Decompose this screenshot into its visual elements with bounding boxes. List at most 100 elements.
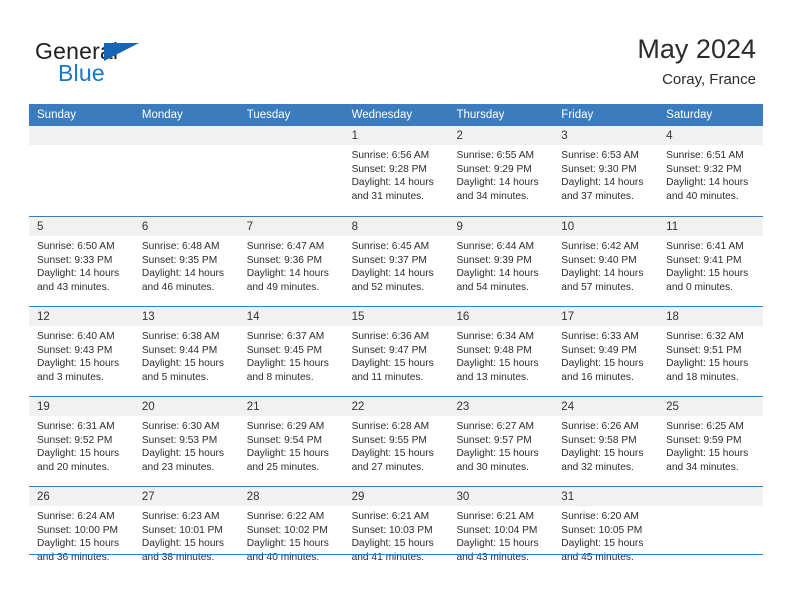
day-cell[interactable]: 19 Sunrise: 6:31 AM Sunset: 9:52 PM Dayligh… — [29, 397, 134, 486]
day-cell[interactable]: 9 Sunrise: 6:44 AM Sunset: 9:39 PM Daylight… — [448, 217, 554, 306]
day-number-band: 25 — [658, 397, 764, 416]
day-cell[interactable]: 18 Sunrise: 6:32 AM Sunset: 9:51 PM Dayligh… — [658, 307, 764, 396]
day-cell[interactable]: 2 Sunrise: 6:55 AM Sunset: 9:29 PM Daylight… — [448, 126, 554, 216]
daylight-text: Daylight: 15 hours — [141, 358, 224, 370]
daylight-text-cont: and 30 minutes. — [456, 461, 529, 473]
sunrise-text: Sunrise: 6:34 AM — [456, 331, 535, 342]
day-number: 10 — [561, 221, 575, 233]
daylight-text-cont: and 37 minutes. — [561, 190, 634, 202]
daylight-text: Daylight: 15 hours — [666, 268, 749, 280]
sunset-text: Sunset: 9:37 PM — [351, 254, 427, 266]
daylight-text: Daylight: 14 hours — [351, 268, 434, 280]
day-cell[interactable]: 24 Sunrise: 6:26 AM Sunset: 9:58 PM Dayligh… — [553, 397, 659, 486]
day-cell[interactable]: 22 Sunrise: 6:28 AM Sunset: 9:55 PM Dayligh… — [343, 397, 449, 486]
weekday-header-friday: Friday — [561, 109, 594, 121]
day-cell[interactable]: 8 Sunrise: 6:45 AM Sunset: 9:37 PM Daylight… — [343, 217, 449, 306]
day-cell[interactable]: 30 Sunrise: 6:21 AM Sunset: 10:04 PM Daylig… — [448, 487, 554, 576]
day-details: Sunrise: 6:24 AM Sunset: 10:00 PM Daylight… — [29, 506, 134, 564]
day-number-band: 11 — [658, 217, 764, 236]
daylight-text: Daylight: 14 hours — [561, 268, 644, 280]
day-cell[interactable]: 11 Sunrise: 6:41 AM Sunset: 9:41 PM Dayligh… — [658, 217, 764, 306]
day-cell[interactable]: 17 Sunrise: 6:33 AM Sunset: 9:49 PM Dayligh… — [553, 307, 659, 396]
day-cell[interactable]: 20 Sunrise: 6:30 AM Sunset: 9:53 PM Dayligh… — [133, 397, 239, 486]
day-number-band: 5 — [29, 217, 134, 236]
day-number-band: 29 — [343, 487, 449, 506]
day-details: Sunrise: 6:38 AM Sunset: 9:44 PM Daylight:… — [134, 326, 239, 384]
weekday-header-saturday: Saturday — [666, 109, 713, 121]
sunset-text: Sunset: 9:49 PM — [561, 344, 637, 356]
sunrise-text: Sunrise: 6:44 AM — [456, 241, 535, 252]
sunset-text: Sunset: 9:29 PM — [456, 163, 532, 175]
sunset-text: Sunset: 9:44 PM — [141, 344, 218, 356]
day-cell[interactable]: 21 Sunrise: 6:29 AM Sunset: 9:54 PM Dayligh… — [238, 397, 344, 486]
sunrise-text: Sunrise: 6:21 AM — [351, 511, 430, 522]
day-number-band: 21 — [238, 397, 344, 416]
daylight-text-cont: and 54 minutes. — [456, 281, 529, 293]
day-cell[interactable]: 13 Sunrise: 6:38 AM Sunset: 9:44 PM Dayligh… — [133, 307, 239, 396]
day-number: 11 — [666, 221, 679, 233]
sunrise-text: Sunrise: 6:31 AM — [37, 421, 115, 432]
sunset-text: Sunset: 9:36 PM — [246, 254, 323, 266]
day-cell[interactable]: 15 Sunrise: 6:36 AM Sunset: 9:47 PM Dayligh… — [343, 307, 449, 396]
sunrise-text: Sunrise: 6:51 AM — [666, 150, 744, 161]
sunset-text: Sunset: 9:30 PM — [561, 163, 637, 175]
day-number-band: 1 — [343, 126, 449, 145]
sunset-text: Sunset: 9:48 PM — [456, 344, 532, 356]
day-cell[interactable]: 4 Sunrise: 6:51 AM Sunset: 9:32 PM Daylight… — [658, 126, 764, 216]
day-cell[interactable]: 29 Sunrise: 6:21 AM Sunset: 10:03 PM Daylig… — [343, 487, 449, 576]
day-cell[interactable]: 28 Sunrise: 6:22 AM Sunset: 10:02 PM Daylig… — [238, 487, 344, 576]
day-details: Sunrise: 6:30 AM Sunset: 9:53 PM Daylight:… — [134, 416, 239, 474]
day-number-band: 7 — [238, 217, 344, 236]
day-cell[interactable]: 23 Sunrise: 6:27 AM Sunset: 9:57 PM Dayligh… — [448, 397, 554, 486]
day-cell[interactable]: 3 Sunrise: 6:53 AM Sunset: 9:30 PM Daylight… — [553, 126, 659, 216]
sunrise-text: Sunrise: 6:28 AM — [351, 421, 430, 432]
day-number-band: 27 — [133, 487, 239, 506]
day-cell[interactable]: 27 Sunrise: 6:23 AM Sunset: 10:01 PM Daylig… — [133, 487, 239, 576]
sunrise-text: Sunrise: 6:56 AM — [351, 150, 430, 161]
day-cell[interactable]: 25 Sunrise: 6:25 AM Sunset: 9:59 PM Dayligh… — [658, 397, 764, 486]
day-cell[interactable]: 16 Sunrise: 6:34 AM Sunset: 9:48 PM Dayligh… — [448, 307, 554, 396]
day-cell[interactable]: 12 Sunrise: 6:40 AM Sunset: 9:43 PM Dayligh… — [29, 307, 134, 396]
day-cell[interactable]: 14 Sunrise: 6:37 AM Sunset: 9:45 PM Dayligh… — [238, 307, 344, 396]
week-row: 26 Sunrise: 6:24 AM Sunset: 10:00 PM Daylig… — [29, 486, 764, 576]
day-number: 19 — [37, 401, 50, 413]
day-number-band: 14 — [238, 307, 344, 326]
daylight-text-cont: and 5 minutes. — [141, 371, 209, 383]
day-details — [239, 145, 344, 149]
day-cell[interactable]: 7 Sunrise: 6:47 AM Sunset: 9:36 PM Daylight… — [238, 217, 344, 306]
daylight-text: Daylight: 14 hours — [351, 177, 434, 189]
day-details — [658, 506, 763, 510]
day-cell[interactable]: 10 Sunrise: 6:42 AM Sunset: 9:40 PM Dayligh… — [553, 217, 659, 306]
sunset-text: Sunset: 9:47 PM — [351, 344, 427, 356]
daylight-text-cont: and 0 minutes. — [666, 281, 733, 293]
day-cell[interactable]: 26 Sunrise: 6:24 AM Sunset: 10:00 PM Daylig… — [29, 487, 134, 576]
day-cell[interactable]: 31 Sunrise: 6:20 AM Sunset: 10:05 PM Daylig… — [553, 487, 659, 576]
day-details: Sunrise: 6:48 AM Sunset: 9:35 PM Daylight:… — [134, 236, 239, 294]
sunrise-text: Sunrise: 6:30 AM — [141, 421, 220, 432]
day-number-band: 26 — [29, 487, 134, 506]
day-cell[interactable]: 5 Sunrise: 6:50 AM Sunset: 9:33 PM Daylight… — [29, 217, 134, 306]
day-number-band: 12 — [29, 307, 134, 326]
sunset-text: Sunset: 9:33 PM — [37, 254, 113, 266]
weekday-header-wednesday: Wednesday — [351, 109, 413, 121]
day-number-band: 31 — [553, 487, 659, 506]
daylight-text: Daylight: 15 hours — [666, 358, 749, 370]
day-cell[interactable]: 1 Sunrise: 6:56 AM Sunset: 9:28 PM Daylight… — [343, 126, 449, 216]
sunset-text: Sunset: 10:01 PM — [141, 524, 223, 536]
calendar-grid: Sunday Monday Tuesday Wednesday Thursday Frid… — [29, 104, 764, 576]
daylight-text: Daylight: 15 hours — [246, 358, 329, 370]
week-row: 1 Sunrise: 6:56 AM Sunset: 9:28 PM Daylight… — [29, 126, 764, 216]
day-cell[interactable]: 6 Sunrise: 6:48 AM Sunset: 9:35 PM Daylight… — [133, 217, 239, 306]
sunrise-text: Sunrise: 6:36 AM — [351, 331, 430, 342]
day-number: 15 — [351, 311, 365, 323]
daylight-text-cont: and 32 minutes. — [561, 461, 634, 473]
day-number-band: 19 — [29, 397, 134, 416]
weekday-header-sunday: Sunday — [37, 109, 77, 121]
general-blue-logo: General Blue — [35, 38, 215, 88]
day-number-band: 28 — [238, 487, 344, 506]
calendar-bottom-rule — [29, 554, 763, 555]
sunset-text: Sunset: 9:45 PM — [246, 344, 323, 356]
daylight-text: Daylight: 14 hours — [246, 268, 329, 280]
sunset-text: Sunset: 9:59 PM — [666, 434, 742, 446]
day-number-band: 16 — [448, 307, 554, 326]
